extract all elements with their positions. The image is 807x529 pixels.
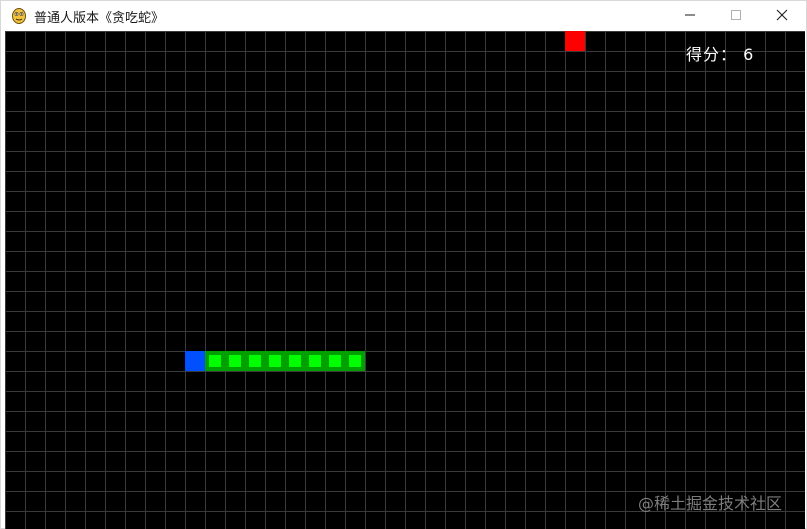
title-bar[interactable]: 普通人版本《贪吃蛇》 — [1, 1, 806, 30]
minimize-icon — [684, 6, 696, 25]
minimize-button[interactable] — [667, 1, 713, 30]
snake-body-segment — [325, 351, 345, 371]
snake-body-segment — [265, 351, 285, 371]
game-canvas[interactable]: 得分： 6 @稀土掘金技术社区 — [5, 31, 805, 529]
close-button[interactable] — [759, 1, 805, 30]
snake-body-segment — [285, 351, 305, 371]
snake-body-segment — [225, 351, 245, 371]
pygame-snake-icon — [11, 6, 27, 24]
snake-body-segment — [345, 351, 365, 371]
window-title: 普通人版本《贪吃蛇》 — [34, 11, 165, 26]
maximize-icon — [730, 6, 742, 25]
snake-body-segment — [245, 351, 265, 371]
app-window: 普通人版本《贪吃蛇》 得分： 6 @稀土掘金技术社区 — [0, 0, 807, 529]
close-icon — [776, 6, 788, 25]
snake-head — [185, 351, 205, 371]
score-display: 得分： 6 — [686, 45, 755, 64]
watermark-text: @稀土掘金技术社区 — [638, 494, 783, 513]
maximize-button[interactable] — [713, 1, 759, 30]
food-item — [565, 31, 585, 51]
snake-body-segment — [305, 351, 325, 371]
snake-body-segment — [205, 351, 225, 371]
